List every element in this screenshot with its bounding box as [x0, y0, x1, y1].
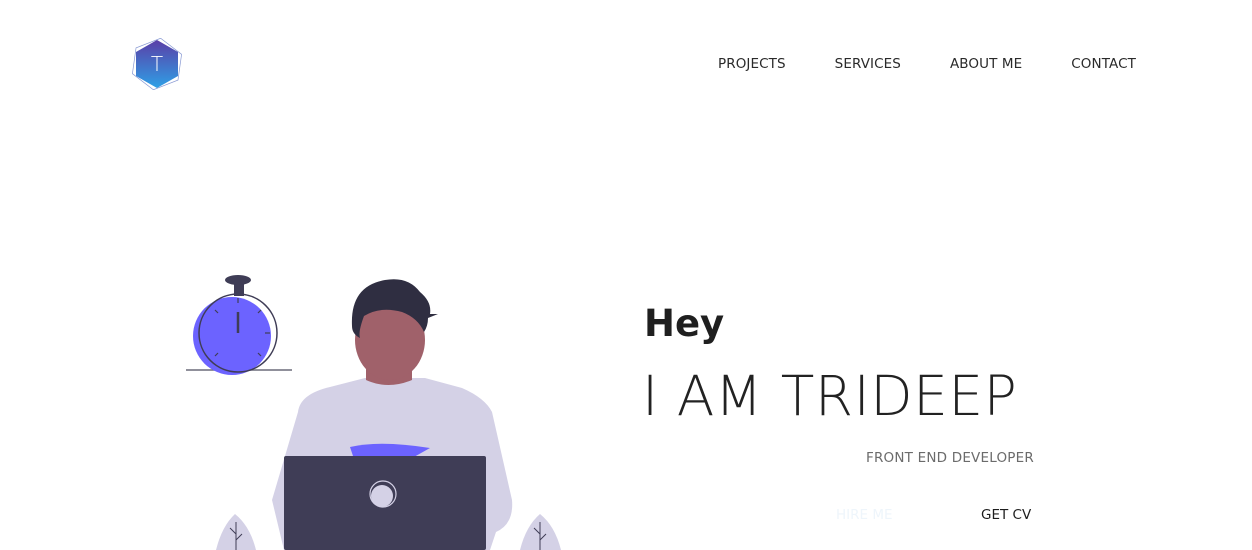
leaf-icon-left	[216, 514, 256, 550]
leaf-icon-right	[520, 514, 561, 550]
hero-illustration	[180, 262, 580, 550]
nav-services[interactable]: SERVICES	[835, 56, 901, 72]
stopwatch-icon	[186, 275, 292, 375]
nav-about-me[interactable]: ABOUT ME	[950, 56, 1022, 72]
logo-letter: T	[150, 52, 164, 76]
logo[interactable]: T	[132, 38, 182, 90]
hero-role: FRONT END DEVELOPER	[866, 450, 1034, 466]
hire-me-button[interactable]: HIRE ME	[836, 505, 893, 525]
person-with-laptop-illustration	[186, 275, 561, 550]
nav-projects[interactable]: PROJECTS	[718, 56, 786, 72]
get-cv-button[interactable]: GET CV	[981, 505, 1031, 525]
hero-greeting: Hey	[644, 302, 725, 345]
portfolio-page: T PROJECTS SERVICES ABOUT ME CONTACT Hey…	[0, 0, 1252, 550]
laptop-icon	[284, 456, 486, 550]
nav-contact[interactable]: CONTACT	[1071, 56, 1136, 72]
hero-name: I AM TRIDEEP	[642, 364, 1018, 428]
main-nav: PROJECTS SERVICES ABOUT ME CONTACT	[718, 54, 1136, 74]
